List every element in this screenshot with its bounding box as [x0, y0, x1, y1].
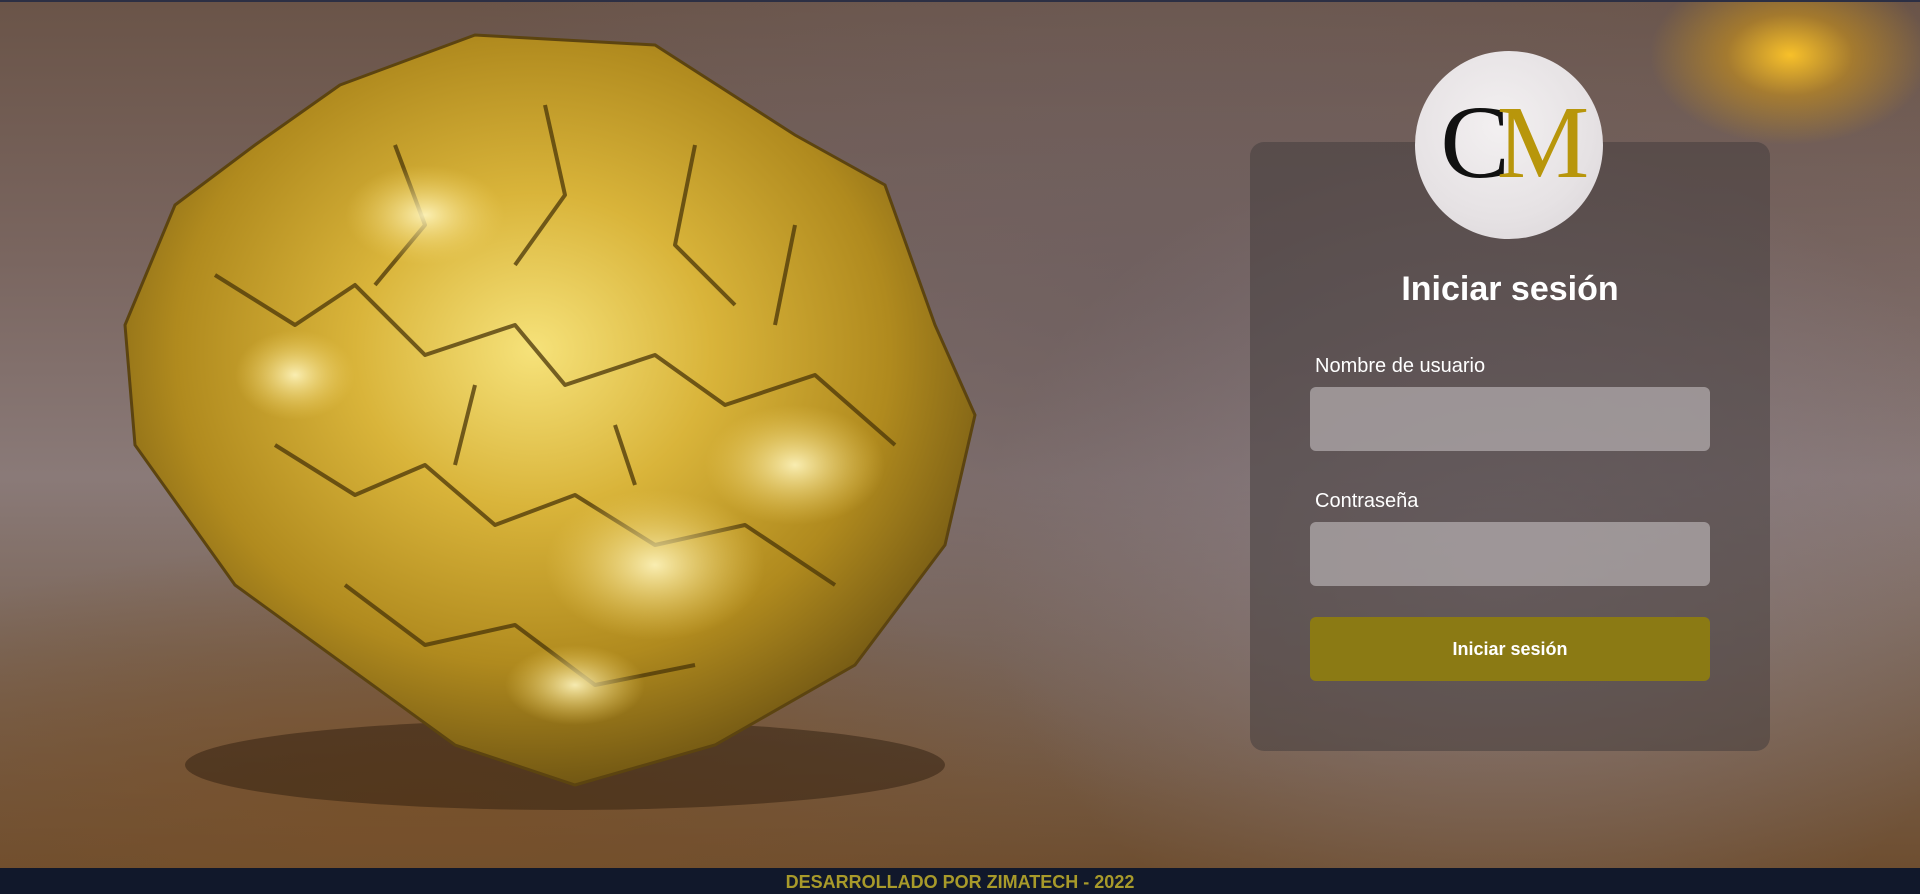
username-label: Nombre de usuario [1315, 355, 1486, 377]
password-input[interactable] [1310, 522, 1710, 586]
username-input[interactable] [1310, 387, 1710, 451]
logo-letter-m: M [1497, 85, 1589, 200]
company-logo: C M [1415, 51, 1603, 239]
login-title: Iniciar sesión [1401, 270, 1619, 308]
gold-nugget-image [123, 33, 977, 810]
login-button[interactable]: Iniciar sesión [1310, 617, 1710, 681]
password-label: Contraseña [1315, 490, 1419, 512]
footer-credit: DESARROLLADO POR ZIMATECH - 2022 [0, 868, 1920, 894]
top-border [0, 0, 1920, 2]
